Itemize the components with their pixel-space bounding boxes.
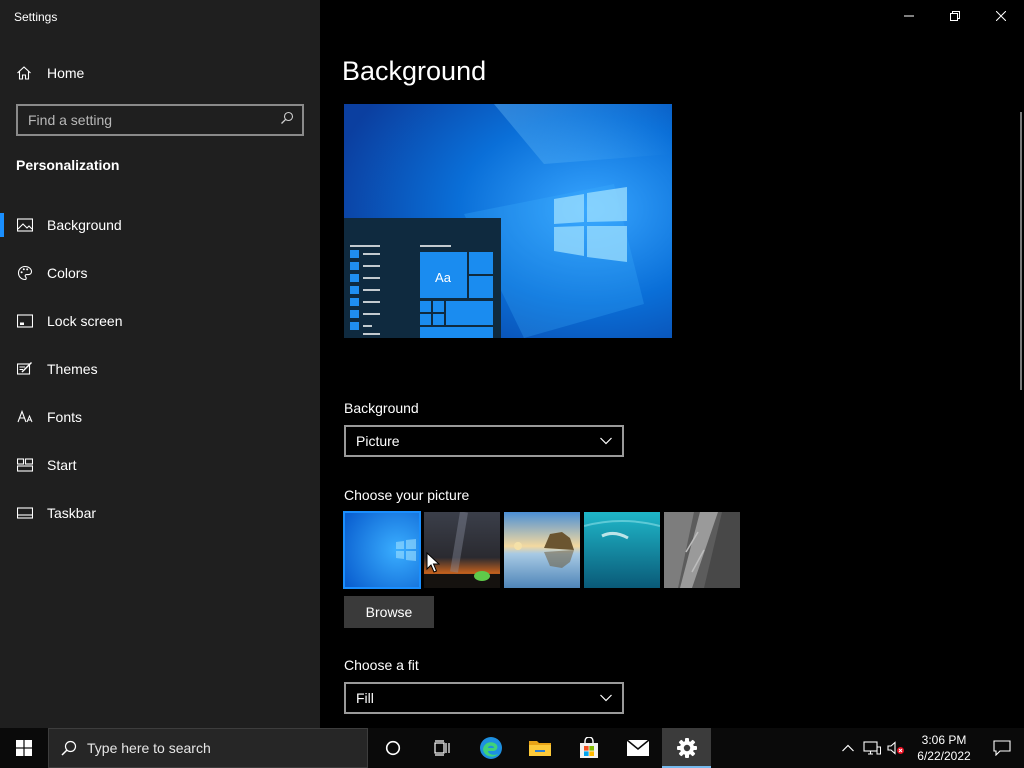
show-hidden-icons-button[interactable]: [836, 728, 860, 768]
sidebar-item-label: Start: [47, 457, 77, 473]
volume-muted-icon: [887, 741, 904, 755]
restore-icon: [950, 11, 960, 21]
sidebar-item-taskbar[interactable]: Taskbar: [0, 489, 320, 537]
page-title: Background: [342, 56, 487, 86]
sidebar-item-colors[interactable]: Colors: [0, 249, 320, 297]
fit-dropdown-value: Fill: [356, 690, 374, 706]
action-center-button[interactable]: [980, 728, 1024, 768]
browse-button[interactable]: Browse: [344, 596, 434, 628]
network-icon: [863, 741, 881, 755]
mouse-cursor-icon: [426, 552, 440, 573]
volume-button[interactable]: [884, 728, 908, 768]
background-dropdown-value: Picture: [356, 433, 400, 449]
system-tray: 3:06 PM 6/22/2022: [836, 728, 1024, 768]
sidebar-item-background[interactable]: Background: [0, 201, 320, 249]
themes-icon: [16, 361, 34, 377]
sidebar-item-label: Themes: [47, 361, 98, 377]
home-label: Home: [47, 65, 85, 81]
start-icon: [16, 458, 34, 472]
main-content: Background Aa Background Picture Choose …: [320, 0, 1024, 728]
start-button[interactable]: [0, 728, 48, 768]
minimize-icon: [904, 15, 914, 17]
taskbar: Type here to search 3:06 PM 6/22/2022: [0, 728, 1024, 768]
sidebar-item-themes[interactable]: Themes: [0, 345, 320, 393]
chevron-down-icon: [600, 694, 612, 702]
edge-button[interactable]: [466, 728, 515, 768]
mail-icon: [626, 739, 649, 756]
choose-fit-label: Choose a fit: [344, 657, 419, 673]
desktop-preview: Aa: [344, 104, 672, 338]
clock-date: 6/22/2022: [917, 749, 971, 763]
find-setting-input[interactable]: [28, 112, 268, 128]
mail-button[interactable]: [613, 728, 662, 768]
sidebar-item-label: Fonts: [47, 409, 83, 425]
notifications-icon: [993, 740, 1011, 756]
taskbar-icon: [16, 507, 34, 519]
chevron-down-icon: [600, 437, 612, 445]
fit-dropdown[interactable]: Fill: [344, 682, 624, 714]
picture-thumbnails: [343, 511, 740, 589]
settings-taskbar-button[interactable]: [662, 728, 711, 768]
clock-time: 3:06 PM: [921, 733, 967, 747]
taskbar-clock[interactable]: 3:06 PM 6/22/2022: [908, 732, 980, 764]
cortana-icon: [385, 740, 400, 756]
fonts-icon: [16, 410, 34, 424]
home-nav-item[interactable]: Home: [0, 58, 320, 88]
background-dropdown[interactable]: Picture: [344, 425, 624, 457]
picture-thumb-night-sky[interactable]: [424, 512, 500, 588]
window-controls: [886, 0, 1024, 32]
taskbar-search-box[interactable]: Type here to search: [48, 728, 368, 768]
close-icon: [996, 11, 1006, 21]
store-icon: [579, 737, 598, 758]
sidebar-item-label: Background: [47, 217, 122, 233]
picture-icon: [16, 218, 34, 232]
lock-screen-icon: [16, 314, 34, 328]
store-button[interactable]: [564, 728, 613, 768]
settings-icon: [676, 738, 697, 758]
choose-picture-label: Choose your picture: [344, 487, 470, 503]
sidebar-item-label: Lock screen: [47, 313, 123, 329]
settings-sidebar: Settings Home Personalization Background…: [0, 0, 320, 728]
task-view-button[interactable]: [417, 728, 466, 768]
windows-start-icon: [16, 740, 32, 756]
picture-thumb-underwater-swimmer[interactable]: [584, 512, 660, 588]
chevron-up-icon: [842, 744, 854, 752]
sidebar-item-fonts[interactable]: Fonts: [0, 393, 320, 441]
file-explorer-icon: [528, 741, 551, 756]
app-title: Settings: [14, 10, 58, 24]
picture-thumb-windows-default[interactable]: [343, 511, 421, 589]
file-explorer-button[interactable]: [515, 728, 564, 768]
picture-thumb-rock-cliff[interactable]: [664, 512, 740, 588]
find-setting-box[interactable]: [16, 104, 304, 136]
search-icon[interactable]: [280, 111, 294, 130]
sidebar-item-label: Colors: [47, 265, 88, 281]
search-icon: [61, 740, 77, 756]
cortana-button[interactable]: [368, 728, 417, 768]
sidebar-item-start[interactable]: Start: [0, 441, 320, 489]
preview-sample-text: Aa: [435, 270, 452, 285]
edge-icon: [479, 737, 502, 759]
sidebar-item-label: Taskbar: [47, 505, 97, 521]
picture-thumb-beach-rocks[interactable]: [504, 512, 580, 588]
sidebar-nav: Background Colors Lock screen Themes Fon…: [0, 201, 320, 537]
taskbar-search-placeholder: Type here to search: [87, 740, 211, 756]
minimize-button[interactable]: [886, 0, 932, 32]
section-title: Personalization: [16, 157, 120, 173]
close-button[interactable]: [978, 0, 1024, 32]
home-icon: [16, 65, 36, 81]
palette-icon: [16, 265, 34, 281]
restore-button[interactable]: [932, 0, 978, 32]
background-label: Background: [344, 400, 419, 416]
network-button[interactable]: [860, 728, 884, 768]
scrollbar[interactable]: [1020, 112, 1022, 390]
sidebar-item-lock-screen[interactable]: Lock screen: [0, 297, 320, 345]
task-view-icon: [433, 740, 450, 756]
